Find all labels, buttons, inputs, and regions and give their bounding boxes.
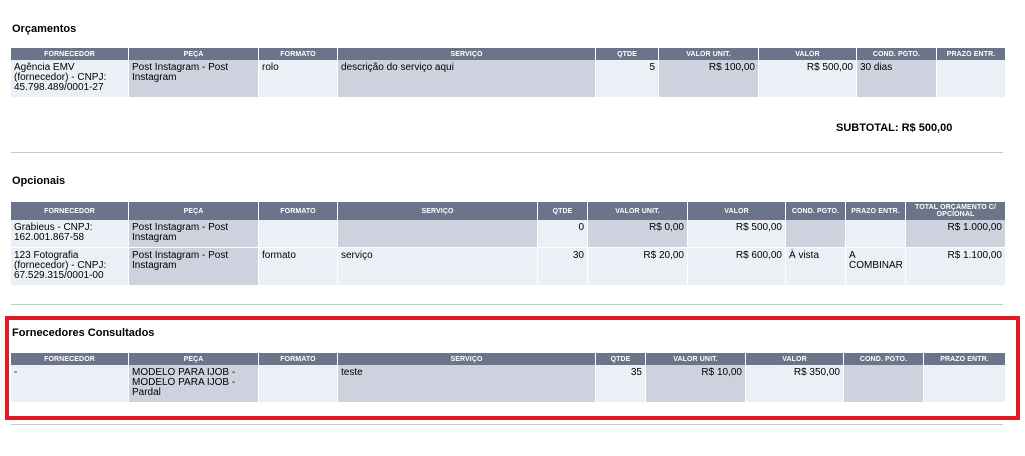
- section-divider: [11, 152, 1003, 153]
- cell-valor-unit: R$ 10,00: [646, 365, 746, 403]
- col-header-total-opcional: TOTAL ORÇAMENTO C/ OPCIONAL: [906, 202, 1005, 220]
- table-row: Grabieus - CNPJ: 162.001.867-58 Post Ins…: [11, 220, 1005, 248]
- cell-qtde: 35: [596, 365, 646, 403]
- cell-peca: Post Instagram - Post Instagram: [129, 248, 259, 286]
- cell-fornecedor: 123 Fotografia (fornecedor) - CNPJ: 67.5…: [11, 248, 129, 286]
- section-divider: [11, 424, 1003, 425]
- col-header-cond-pgto: COND. PGTO.: [857, 48, 937, 60]
- orcamentos-table: FORNECEDOR PEÇA FORMATO SERVIÇO QTDE VAL…: [11, 48, 1005, 98]
- col-header-cond-pgto: COND. PGTO.: [786, 202, 846, 220]
- consultados-table: FORNECEDOR PEÇA FORMATO SERVIÇO QTDE VAL…: [11, 353, 1005, 403]
- col-header-peca: PEÇA: [129, 202, 259, 220]
- cell-peca: Post Instagram - Post Instagram: [129, 60, 259, 98]
- cell-total-opcional: R$ 1.000,00: [906, 220, 1005, 248]
- cell-servico: [338, 220, 538, 248]
- cell-prazo-entr: A COMBINAR: [846, 248, 906, 286]
- col-header-qtde: QTDE: [596, 48, 659, 60]
- opcionais-table: FORNECEDOR PEÇA FORMATO SERVIÇO QTDE VAL…: [11, 202, 1005, 286]
- cell-cond-pgto: 30 dias: [857, 60, 937, 98]
- col-header-servico: SERVIÇO: [338, 202, 538, 220]
- cell-qtde: 30: [538, 248, 588, 286]
- cell-servico: teste: [338, 365, 596, 403]
- col-header-valor: VALOR: [759, 48, 857, 60]
- cell-valor: R$ 600,00: [688, 248, 786, 286]
- consultados-header-row: FORNECEDOR PEÇA FORMATO SERVIÇO QTDE VAL…: [11, 353, 1005, 365]
- col-header-qtde: QTDE: [596, 353, 646, 365]
- col-header-prazo-entr: PRAZO ENTR.: [924, 353, 1005, 365]
- cell-qtde: 0: [538, 220, 588, 248]
- col-header-valor-unit: VALOR UNIT.: [588, 202, 688, 220]
- cell-peca: Post Instagram - Post Instagram: [129, 220, 259, 248]
- cell-fornecedor: -: [11, 365, 129, 403]
- consultados-title: Fornecedores Consultados: [12, 327, 155, 339]
- col-header-prazo-entr: PRAZO ENTR.: [846, 202, 906, 220]
- cell-prazo-entr: [846, 220, 906, 248]
- opcionais-header-row: FORNECEDOR PEÇA FORMATO SERVIÇO QTDE VAL…: [11, 202, 1005, 220]
- cell-servico: serviço: [338, 248, 538, 286]
- cell-valor: R$ 500,00: [759, 60, 857, 98]
- cell-formato: [259, 365, 338, 403]
- cell-valor-unit: R$ 100,00: [659, 60, 759, 98]
- table-row: 123 Fotografia (fornecedor) - CNPJ: 67.5…: [11, 248, 1005, 286]
- col-header-valor: VALOR: [746, 353, 844, 365]
- cell-formato: [259, 220, 338, 248]
- cell-valor-unit: R$ 0,00: [588, 220, 688, 248]
- opcionais-title: Opcionais: [12, 175, 66, 187]
- cell-cond-pgto: À vista: [786, 248, 846, 286]
- cell-prazo-entr: [937, 60, 1005, 98]
- cell-total-opcional: R$ 1.100,00: [906, 248, 1005, 286]
- cell-fornecedor: Agência EMV (fornecedor) - CNPJ: 45.798.…: [11, 60, 129, 98]
- cell-valor-unit: R$ 20,00: [588, 248, 688, 286]
- col-header-cond-pgto: COND. PGTO.: [844, 353, 924, 365]
- col-header-servico: SERVIÇO: [338, 48, 596, 60]
- col-header-servico: SERVIÇO: [338, 353, 596, 365]
- col-header-fornecedor: FORNECEDOR: [11, 202, 129, 220]
- cell-qtde: 5: [596, 60, 659, 98]
- cell-peca: MODELO PARA IJOB - MODELO PARA IJOB - Pa…: [129, 365, 259, 403]
- cell-servico: descrição do serviço aqui: [338, 60, 596, 98]
- cell-formato: rolo: [259, 60, 338, 98]
- col-header-qtde: QTDE: [538, 202, 588, 220]
- col-header-valor-unit: VALOR UNIT.: [646, 353, 746, 365]
- col-header-formato: FORMATO: [259, 353, 338, 365]
- cell-cond-pgto: [844, 365, 924, 403]
- col-header-peca: PEÇA: [129, 353, 259, 365]
- col-header-prazo-entr: PRAZO ENTR.: [937, 48, 1005, 60]
- cell-valor: R$ 350,00: [746, 365, 844, 403]
- cell-formato: formato: [259, 248, 338, 286]
- col-header-valor-unit: VALOR UNIT.: [659, 48, 759, 60]
- cell-valor: R$ 500,00: [688, 220, 786, 248]
- orcamentos-header-row: FORNECEDOR PEÇA FORMATO SERVIÇO QTDE VAL…: [11, 48, 1005, 60]
- section-divider: [11, 304, 1003, 305]
- col-header-formato: FORMATO: [259, 48, 338, 60]
- col-header-valor: VALOR: [688, 202, 786, 220]
- cell-fornecedor: Grabieus - CNPJ: 162.001.867-58: [11, 220, 129, 248]
- subtotal-value: SUBTOTAL: R$ 500,00: [836, 122, 953, 134]
- col-header-peca: PEÇA: [129, 48, 259, 60]
- col-header-formato: FORMATO: [259, 202, 338, 220]
- table-row: Agência EMV (fornecedor) - CNPJ: 45.798.…: [11, 60, 1005, 98]
- cell-prazo-entr: [924, 365, 1005, 403]
- orcamentos-title: Orçamentos: [12, 23, 77, 35]
- col-header-fornecedor: FORNECEDOR: [11, 48, 129, 60]
- cell-cond-pgto: [786, 220, 846, 248]
- table-row: - MODELO PARA IJOB - MODELO PARA IJOB - …: [11, 365, 1005, 403]
- col-header-fornecedor: FORNECEDOR: [11, 353, 129, 365]
